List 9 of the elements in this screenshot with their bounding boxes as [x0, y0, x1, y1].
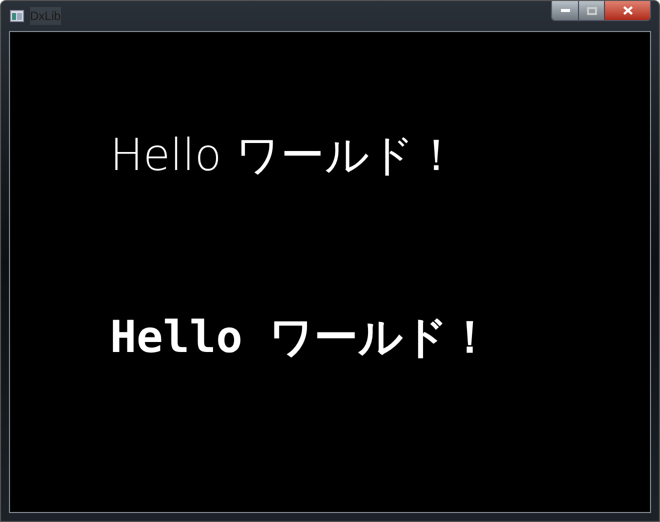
hello-text: Hello ワールド！	[110, 316, 492, 360]
maximize-button[interactable]	[579, 1, 605, 20]
close-button[interactable]	[605, 1, 650, 20]
minimize-icon	[560, 9, 570, 12]
close-icon	[622, 6, 632, 15]
hello-text: Hello ワールド！	[110, 134, 459, 178]
minimize-button[interactable]	[552, 1, 579, 20]
app-icon	[10, 10, 24, 22]
maximize-icon	[586, 6, 596, 14]
